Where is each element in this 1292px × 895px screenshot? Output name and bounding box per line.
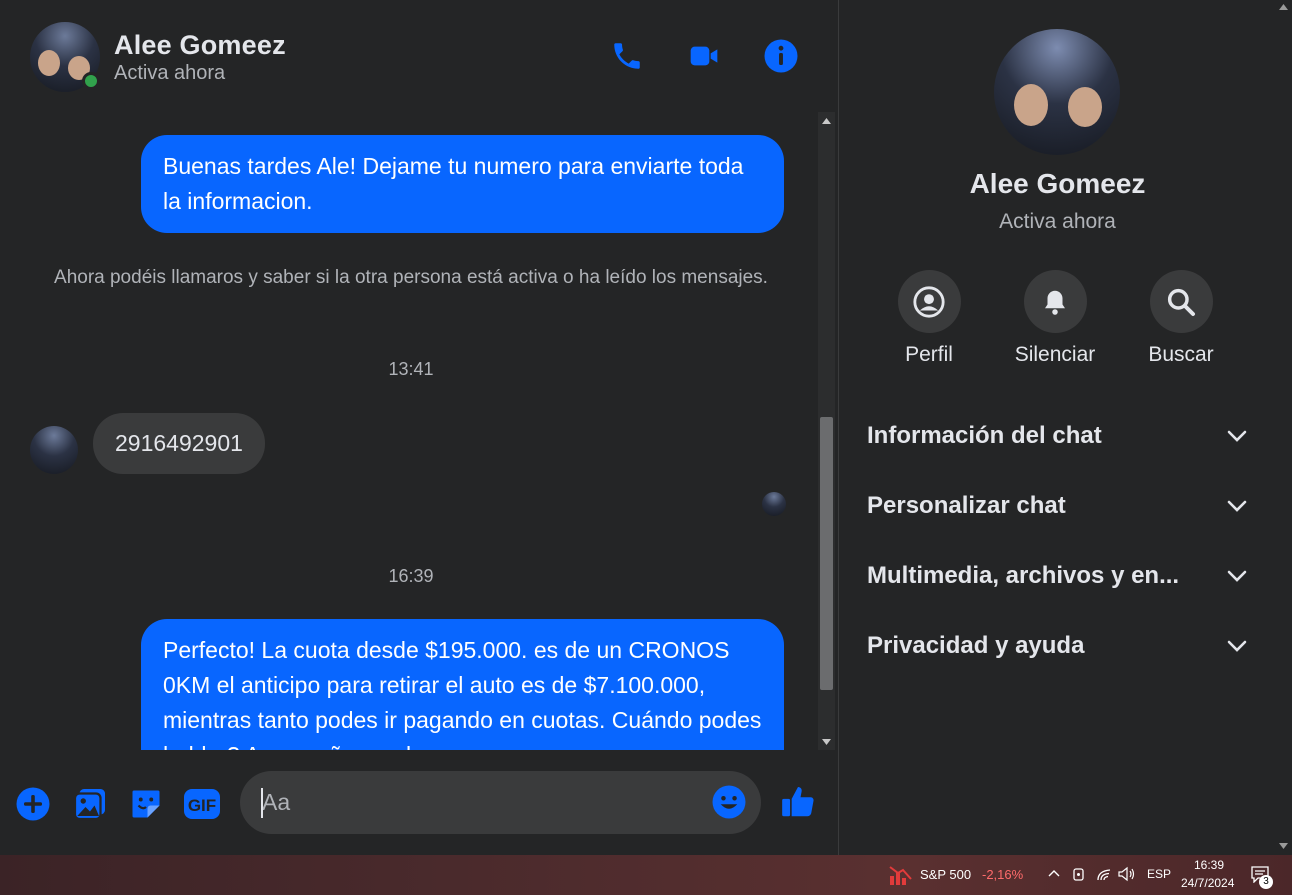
phone-icon[interactable] (609, 38, 645, 74)
clock-time[interactable]: 16:39 (1194, 858, 1224, 872)
device-icon[interactable] (1072, 866, 1086, 882)
windows-taskbar: S&P 500 -2,16% ESP 16:39 24/7/2024 3 (0, 855, 1292, 895)
scroll-down-icon[interactable] (818, 733, 835, 750)
profile-avatar[interactable] (994, 29, 1120, 155)
image-icon[interactable] (70, 784, 110, 824)
sticker-icon[interactable] (126, 784, 166, 824)
conversation-info-panel: Alee Gomeez Activa ahora Perfil Silencia… (838, 0, 1275, 855)
contact-avatar[interactable] (30, 22, 100, 92)
incoming-message[interactable]: 2916492901 (93, 413, 265, 474)
chevron-down-icon (1227, 640, 1247, 652)
sender-avatar[interactable] (30, 426, 78, 474)
svg-text:GIF: GIF (188, 796, 216, 815)
profile-action[interactable]: Perfil (874, 270, 984, 367)
search-action[interactable]: Buscar (1126, 270, 1236, 367)
gif-icon[interactable]: GIF (182, 784, 222, 824)
page-scrollbar[interactable] (1275, 0, 1292, 855)
section-label: Privacidad y ayuda (867, 632, 1085, 659)
video-icon[interactable] (686, 38, 722, 74)
outgoing-message[interactable]: Buenas tardes Ale! Dejame tu numero para… (141, 135, 784, 233)
stock-name[interactable]: S&P 500 (920, 867, 971, 882)
profile-name: Alee Gomeez (969, 168, 1146, 199)
chevron-up-icon[interactable] (1048, 869, 1060, 877)
online-indicator (82, 72, 100, 90)
chat-header: Alee Gomeez Activa ahora (0, 0, 838, 112)
mute-action[interactable]: Silenciar (1000, 270, 1110, 367)
clock-date[interactable]: 24/7/2024 (1181, 876, 1234, 890)
contact-status: Activa ahora (114, 62, 226, 84)
chat-pane: Alee Gomeez Activa ahora Buenas tardes A… (0, 0, 838, 855)
section-label: Multimedia, archivos y en... (867, 562, 1180, 589)
scroll-up-icon[interactable] (1279, 4, 1288, 10)
section-chat-info[interactable]: Información del chat (867, 411, 1247, 461)
language-indicator[interactable]: ESP (1147, 867, 1171, 881)
profile-status: Activa ahora (999, 210, 1116, 233)
timestamp: 16:39 (388, 566, 434, 586)
wifi-icon[interactable] (1096, 866, 1112, 882)
message-scrollbar[interactable] (818, 112, 835, 750)
mute-action-label: Silenciar (1014, 343, 1096, 366)
scroll-down-icon[interactable] (1279, 843, 1288, 849)
emoji-icon[interactable] (709, 782, 749, 822)
contact-name[interactable]: Alee Gomeez (114, 30, 286, 61)
bell-icon (1023, 270, 1087, 333)
chevron-down-icon (1227, 570, 1247, 582)
section-label: Personalizar chat (867, 492, 1066, 519)
section-customize-chat[interactable]: Personalizar chat (867, 481, 1247, 531)
scrollbar-thumb[interactable] (820, 417, 833, 690)
timestamp: 13:41 (388, 359, 434, 379)
chevron-down-icon (1227, 500, 1247, 512)
notification-badge: 3 (1259, 875, 1273, 889)
profile-action-label: Perfil (905, 343, 953, 366)
message-list[interactable]: Buenas tardes Ale! Dejame tu numero para… (0, 112, 818, 750)
volume-icon[interactable] (1118, 866, 1136, 882)
stock-chart-icon[interactable] (889, 864, 913, 886)
plus-icon[interactable] (13, 784, 53, 824)
read-receipt-avatar (762, 492, 786, 516)
message-input[interactable] (240, 771, 761, 834)
section-privacy-help[interactable]: Privacidad y ayuda (867, 621, 1247, 671)
search-icon (1149, 270, 1213, 333)
chevron-down-icon (1227, 430, 1247, 442)
profile-icon (897, 270, 961, 333)
section-label: Información del chat (867, 422, 1102, 449)
text-cursor (261, 788, 263, 818)
search-action-label: Buscar (1148, 343, 1214, 366)
outgoing-message[interactable]: Perfecto! La cuota desde $195.000. es de… (141, 619, 784, 750)
scroll-up-icon[interactable] (818, 112, 835, 129)
like-icon[interactable] (778, 782, 818, 822)
stock-change[interactable]: -2,16% (982, 867, 1023, 882)
system-note: Ahora podéis llamaros y saber si la otra… (54, 267, 768, 288)
info-icon[interactable] (763, 38, 799, 74)
section-media-files[interactable]: Multimedia, archivos y en... (867, 551, 1247, 601)
